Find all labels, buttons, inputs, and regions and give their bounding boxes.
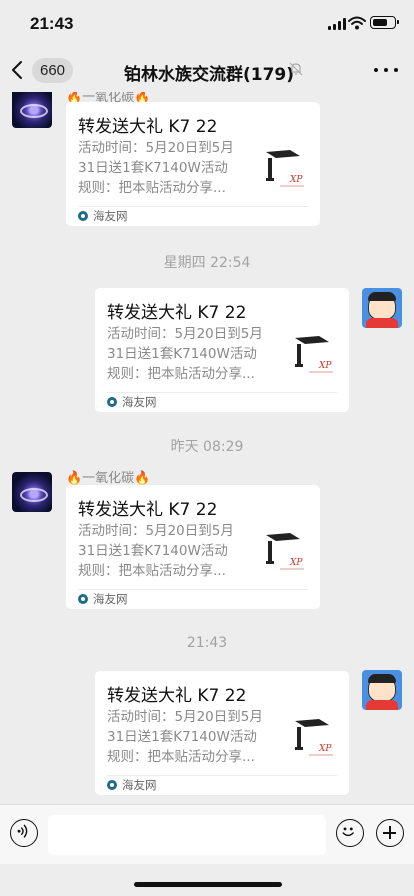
more-button[interactable]: [374, 60, 398, 80]
aquarium-light-icon: XP: [266, 533, 304, 570]
card-divider: [107, 775, 337, 776]
card-title: 转发送大礼 K7 22: [107, 303, 247, 323]
back-button[interactable]: 660: [8, 56, 74, 84]
card-title: 转发送大礼 K7 22: [78, 117, 218, 137]
voice-icon: [17, 824, 28, 838]
card-description: 活动时间：5月20日到5月 31日送1套K7140W活动 规则：把本贴活动分享.…: [107, 709, 263, 765]
chevron-left-icon: [12, 61, 22, 79]
home-indicator: [134, 882, 282, 887]
card-divider: [107, 392, 337, 393]
voice-button[interactable]: [10, 819, 38, 847]
unread-count-badge: 660: [32, 57, 74, 83]
battery-fill: [372, 18, 387, 26]
chat-header: 660 铂林水族交流群(179): [0, 48, 414, 92]
card-source: 海友网: [107, 394, 157, 410]
card-title: 转发送大礼 K7 22: [107, 686, 247, 706]
card-description: 活动时间：5月20日到5月 31日送1套K7140W活动 规则：把本贴活动分享.…: [78, 140, 234, 196]
message-list[interactable]: 🔥一氧化碳🔥 转发送大礼 K7 22 活动时间：5月20日到5月 31日送1套K…: [0, 92, 414, 804]
aquarium-light-icon: XP: [295, 336, 333, 373]
link-card[interactable]: 转发送大礼 K7 22 活动时间：5月20日到5月 31日送1套K7140W活动…: [66, 485, 320, 609]
source-logo-icon: [78, 594, 88, 604]
source-logo-icon: [107, 780, 117, 790]
wifi-icon: [348, 16, 366, 30]
card-description: 活动时间：5月20日到5月 31日送1套K7140W活动 规则：把本贴活动分享.…: [78, 523, 234, 579]
more-dots-icon: [374, 68, 378, 72]
emoji-icon: [342, 827, 354, 837]
plus-button[interactable]: [376, 819, 404, 847]
link-card[interactable]: 转发送大礼 K7 22 活动时间：5月20日到5月 31日送1套K7140W活动…: [95, 288, 349, 412]
sender-avatar[interactable]: [12, 92, 52, 128]
card-title: 转发送大礼 K7 22: [78, 500, 218, 520]
svg-text:XP: XP: [318, 744, 332, 754]
status-bar: 21:43: [0, 0, 414, 48]
chat-title[interactable]: 铂林水族交流群(179): [124, 60, 294, 85]
mute-bell-icon: [289, 62, 303, 76]
time-separator: 21:43: [186, 635, 228, 651]
source-logo-icon: [78, 211, 88, 221]
card-source: 海友网: [107, 777, 157, 793]
link-card[interactable]: 转发送大礼 K7 22 活动时间：5月20日到5月 31日送1套K7140W活动…: [66, 102, 320, 226]
signal-icon: [328, 18, 346, 30]
card-description: 活动时间：5月20日到5月 31日送1套K7140W活动 规则：把本贴活动分享.…: [107, 326, 263, 382]
link-card[interactable]: 转发送大礼 K7 22 活动时间：5月20日到5月 31日送1套K7140W活动…: [95, 671, 349, 795]
message-input[interactable]: [48, 815, 326, 855]
svg-text:XP: XP: [318, 361, 332, 371]
time-separator: 昨天 08:29: [170, 439, 244, 455]
input-bar: [0, 804, 414, 864]
sender-avatar[interactable]: [12, 472, 52, 512]
source-logo-icon: [107, 397, 117, 407]
svg-text:XP: XP: [289, 558, 303, 568]
card-divider: [78, 589, 308, 590]
aquarium-light-icon: XP: [295, 719, 333, 756]
svg-text:XP: XP: [289, 175, 303, 185]
emoji-button[interactable]: [336, 819, 364, 847]
battery-icon: [370, 16, 399, 29]
aquarium-light-icon: XP: [266, 150, 304, 187]
self-avatar[interactable]: [362, 288, 402, 328]
sender-name: 🔥一氧化碳🔥: [66, 471, 151, 486]
self-avatar[interactable]: [362, 670, 402, 710]
card-source: 海友网: [78, 591, 128, 607]
card-divider: [78, 206, 308, 207]
time-separator: 星期四 22:54: [163, 255, 251, 271]
card-source: 海友网: [78, 208, 128, 224]
status-time: 21:43: [30, 14, 74, 33]
